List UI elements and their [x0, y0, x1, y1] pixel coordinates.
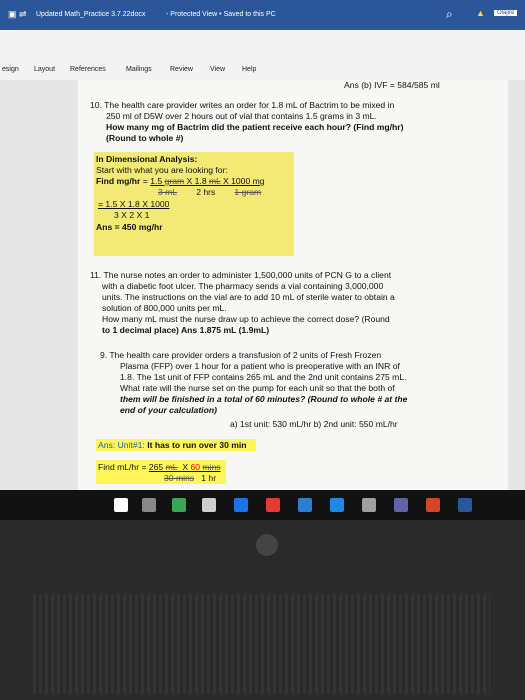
- da-find: Find mg/hr = 1.5 gram X 1.8 mL X 1000 mg: [96, 176, 265, 186]
- document-title: Updated Math_Practice 3.7.22docx: [36, 11, 146, 18]
- q9-text-3: 1.8. The 1st unit of FFP contains 265 mL…: [120, 372, 407, 382]
- keyboard-speaker-grille: [30, 594, 490, 694]
- q10-text-1: 10. The health care provider writes an o…: [90, 100, 395, 110]
- ribbon-tabs: esign Layout References Mailings Review …: [0, 30, 525, 81]
- tab-help[interactable]: Help: [242, 66, 256, 73]
- dropbox-icon[interactable]: [330, 498, 344, 512]
- q9-text-2: Plasma (FFP) over 1 hour for a patient w…: [120, 361, 400, 371]
- q10-text-2: 250 ml of D5W over 2 hours out of vial t…: [106, 111, 377, 121]
- tab-mailings[interactable]: Mailings: [126, 66, 152, 73]
- q9-answers: a) 1st unit: 530 mL/hr b) 2nd unit: 550 …: [230, 419, 398, 429]
- user-name[interactable]: Olajire: [494, 10, 518, 16]
- q11-text-2: with a diabetic foot ulcer. The pharmacy…: [102, 281, 384, 291]
- powerpoint-icon[interactable]: [426, 498, 440, 512]
- edge-icon[interactable]: [234, 498, 248, 512]
- q9-text-5: them will be finished in a total of 60 m…: [120, 394, 408, 404]
- tab-references[interactable]: References: [70, 66, 106, 73]
- q11-text-6: to 1 decimal place) Ans 1.875 mL (1.9mL): [102, 325, 270, 335]
- da-answer: Ans = 450 mg/hr: [96, 222, 163, 232]
- warning-icon: ▲: [476, 8, 485, 18]
- q11-text-4: solution of 800,000 units per mL.: [102, 303, 227, 313]
- q9-text-6: end of your calculation): [120, 405, 217, 415]
- arrow-icon[interactable]: [362, 498, 376, 512]
- hp-logo: [256, 534, 278, 556]
- word-a-icon[interactable]: [202, 498, 216, 512]
- word-icon[interactable]: [458, 498, 472, 512]
- taskbar: [0, 490, 525, 520]
- unit1-equation: Find mL/hr = 265 mL X 60 mins: [98, 462, 221, 472]
- laptop-bezel: [0, 520, 525, 700]
- screen: ▣ ⇌ Updated Math_Practice 3.7.22docx - P…: [0, 0, 525, 520]
- tab-layout[interactable]: Layout: [34, 66, 55, 73]
- da-equation-1: = 1.5 X 1.8 X 1000: [98, 199, 170, 209]
- teams-icon[interactable]: [394, 498, 408, 512]
- document-area[interactable]: Ans (b) IVF = 584/585 ml 10. The health …: [0, 80, 525, 490]
- mail-icon[interactable]: [298, 498, 312, 512]
- da-equation-2: 3 X 2 X 1: [114, 210, 150, 220]
- chrome-icon[interactable]: [266, 498, 280, 512]
- q11-text-1: 11. The nurse notes an order to administ…: [90, 270, 392, 280]
- unit1-answer: Ans: Unit#1: It has to run over 30 min: [98, 440, 247, 450]
- da-denominator: 3 mL 2 hrs 1 gram: [158, 187, 262, 197]
- q11-text-5: How many mL must the nurse draw up to ac…: [102, 314, 390, 324]
- tab-review[interactable]: Review: [170, 66, 193, 73]
- da-start: Start with what you are looking for:: [96, 165, 228, 175]
- q11-text-3: units. The instructions on the vial are …: [102, 292, 395, 302]
- start-icon[interactable]: [114, 498, 128, 512]
- quick-save-icon[interactable]: ▣ ⇌: [8, 9, 27, 20]
- unit1-denominator: 30 mins 1 hr: [164, 473, 217, 483]
- tab-design[interactable]: esign: [2, 66, 19, 73]
- q10-text-4: (Round to whole #): [106, 133, 184, 143]
- document-page[interactable]: Ans (b) IVF = 584/585 ml 10. The health …: [78, 80, 508, 490]
- search-icon[interactable]: ⌕: [446, 7, 453, 22]
- photos-icon[interactable]: [172, 498, 186, 512]
- document-status: - Protected View • Saved to this PC: [166, 11, 276, 18]
- task-view-icon[interactable]: [142, 498, 156, 512]
- q10-text-3: How many mg of Bactrim did the patient r…: [106, 122, 404, 132]
- title-bar: ▣ ⇌ Updated Math_Practice 3.7.22docx - P…: [0, 0, 525, 30]
- q9-text-1: 9. The health care provider orders a tra…: [100, 350, 382, 360]
- q9-text-4: What rate will the nurse set on the pump…: [120, 383, 395, 393]
- tab-view[interactable]: View: [210, 66, 225, 73]
- previous-answer: Ans (b) IVF = 584/585 ml: [344, 80, 440, 90]
- da-title: In Dimensional Analysis:: [96, 154, 198, 164]
